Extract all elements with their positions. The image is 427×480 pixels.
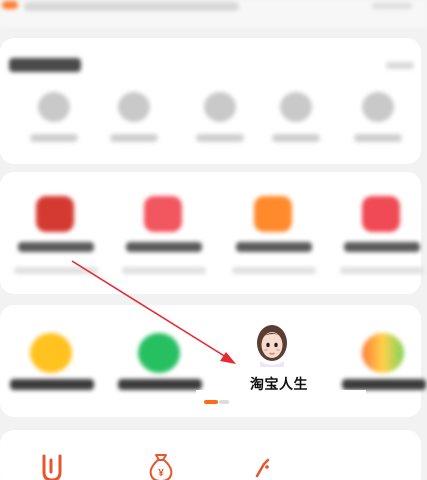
tool-label — [272, 134, 320, 142]
section-title — [9, 58, 81, 72]
service-label — [236, 242, 312, 252]
service-item[interactable] — [336, 190, 426, 290]
service-subtitle — [232, 267, 316, 274]
service-icon — [144, 196, 182, 232]
tool-item[interactable] — [266, 88, 326, 158]
app-icon — [362, 333, 404, 373]
yen-glyph: ¥ — [158, 468, 164, 479]
tool-item[interactable] — [104, 88, 164, 158]
tools-card-content — [0, 38, 421, 164]
banner-more[interactable] — [372, 3, 412, 9]
app-label — [118, 379, 202, 390]
cartoon-avatar-icon — [254, 323, 290, 367]
tool-item[interactable] — [24, 88, 84, 158]
app-icon — [30, 333, 72, 373]
tool-icon — [362, 92, 394, 122]
app-item[interactable] — [112, 323, 208, 403]
service-subtitle — [122, 267, 206, 274]
app-label-taobao-life: 淘宝人生 — [250, 376, 308, 392]
service-label — [126, 242, 202, 252]
tool-item[interactable] — [190, 88, 250, 158]
indicator-inactive — [219, 400, 229, 404]
top-banner[interactable] — [0, 0, 427, 28]
service-item[interactable] — [10, 190, 100, 290]
app-item[interactable] — [4, 323, 100, 403]
bottom-card: ¥ — [0, 430, 421, 480]
service-label — [18, 242, 94, 252]
tool-icon — [280, 92, 312, 122]
tool-label — [196, 134, 244, 142]
service-label — [344, 242, 420, 252]
service-icon — [36, 196, 74, 232]
indicator-active — [204, 400, 218, 404]
services-card — [0, 172, 424, 294]
service-item[interactable] — [228, 190, 318, 290]
carousel-indicator — [204, 400, 229, 404]
services-card-content — [0, 172, 424, 294]
banner-text — [24, 2, 239, 11]
partial-icon[interactable] — [254, 458, 274, 480]
tool-icon — [204, 92, 236, 122]
tool-item[interactable] — [348, 88, 408, 158]
service-subtitle — [14, 267, 98, 274]
banner-tag — [2, 1, 18, 9]
app-icon — [138, 333, 180, 373]
u-shape-icon[interactable] — [38, 454, 66, 480]
app-label — [10, 379, 94, 390]
tool-icon — [118, 92, 150, 122]
tools-card — [0, 38, 421, 164]
service-icon — [254, 196, 292, 232]
tool-label — [30, 134, 78, 142]
money-bag-yen-icon[interactable]: ¥ — [146, 452, 176, 480]
tool-label — [110, 134, 158, 142]
taobao-life-app[interactable]: 淘宝人生 — [236, 318, 322, 402]
tool-label — [354, 134, 402, 142]
service-subtitle — [340, 267, 424, 274]
service-item[interactable] — [118, 190, 208, 290]
service-icon — [362, 196, 400, 232]
app-label — [342, 379, 426, 390]
section-more-link[interactable] — [386, 62, 414, 69]
tool-icon — [38, 92, 70, 122]
